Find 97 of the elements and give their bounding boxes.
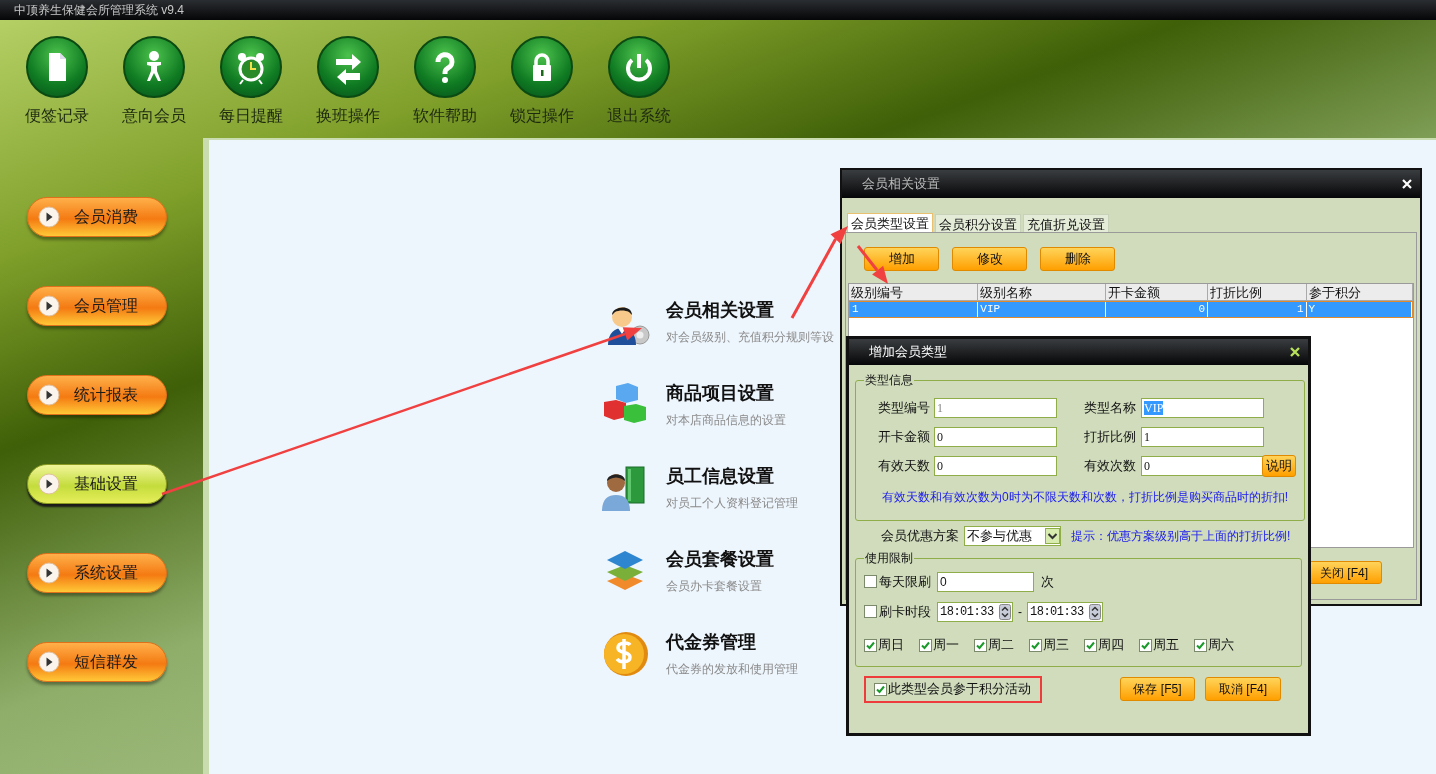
menu-item-title[interactable]: 会员套餐设置	[666, 546, 774, 573]
save-button[interactable]: 保存 [F5]	[1120, 677, 1195, 701]
checkbox[interactable]	[1084, 638, 1097, 652]
column-header[interactable]: 级别名称	[977, 284, 1106, 300]
text-field[interactable]: 0	[934, 426, 1057, 447]
play-icon	[38, 384, 60, 406]
checkbox[interactable]	[1139, 638, 1152, 652]
toolbar-button[interactable]: 锁定操作	[493, 36, 590, 130]
table-cell: 1	[1208, 302, 1307, 317]
menu-item-title[interactable]: 会员相关设置	[666, 297, 834, 324]
menu-item-description: 会员办卡套餐设置	[666, 578, 763, 595]
column-header[interactable]: 打折比例	[1208, 284, 1308, 300]
group-title: 类型信息	[864, 372, 914, 389]
checkbox-label: 周六	[1208, 636, 1234, 655]
time-field[interactable]: 18:01:33	[1027, 601, 1103, 622]
field-label: 有效天数	[877, 456, 930, 475]
range-separator: -	[1018, 603, 1022, 621]
text-field[interactable]: 0	[934, 455, 1057, 476]
menu-item-title[interactable]: 代金券管理	[666, 629, 798, 656]
play-icon	[38, 295, 60, 317]
checkbox[interactable]	[974, 638, 987, 652]
menu-item-title[interactable]: 商品项目设置	[666, 380, 786, 407]
sidebar-button[interactable]: 会员消费	[27, 197, 167, 237]
menu-item-title[interactable]: 员工信息设置	[666, 463, 798, 490]
column-header[interactable]: 参于积分	[1307, 284, 1413, 300]
menu-item-description: 对本店商品信息的设置	[666, 412, 786, 429]
text-field[interactable]: 0	[937, 571, 1034, 592]
group-title: 使用限制	[864, 550, 914, 567]
checkbox[interactable]	[864, 638, 877, 652]
checkbox-label: 周三	[1043, 636, 1069, 655]
toolbar-button[interactable]: 每日提醒	[202, 36, 299, 130]
close-icon	[1290, 347, 1300, 357]
annotation-arrow	[856, 245, 888, 284]
sidebar-button[interactable]: 基础设置	[27, 464, 167, 504]
tab[interactable]: 充值折兑设置	[1023, 214, 1109, 232]
explain-button[interactable]: 说明	[1262, 454, 1296, 477]
checkbox-label: 周二	[988, 636, 1014, 655]
spinner-icon	[999, 603, 1011, 620]
text-field[interactable]: 1	[1141, 426, 1264, 447]
time-field[interactable]: 18:01:33	[937, 601, 1013, 622]
checkbox[interactable]	[1029, 638, 1042, 652]
toolbar-button[interactable]: 软件帮助	[396, 36, 493, 130]
cancel-button[interactable]: 取消 [F4]	[1205, 677, 1281, 701]
play-icon	[38, 473, 60, 495]
dialog-title: 会员相关设置	[862, 175, 940, 194]
checkbox[interactable]	[874, 682, 887, 696]
checkbox[interactable]	[919, 638, 932, 652]
dropdown[interactable]: 不参与优惠	[964, 526, 1061, 546]
table-cell: 1	[850, 302, 979, 317]
column-header[interactable]: 级别编号	[849, 284, 978, 300]
checkbox-label: 刷卡时段	[879, 602, 931, 621]
dialog-title: 增加会员类型	[869, 343, 947, 362]
spinner-icon	[1089, 603, 1101, 620]
field-label: 有效次数	[1083, 456, 1136, 475]
toolbar-button[interactable]: 意向会员	[105, 36, 202, 130]
checkbox[interactable]	[1194, 638, 1207, 652]
field-label: 会员优惠方案	[881, 527, 959, 546]
sidebar-button[interactable]: 系统设置	[27, 553, 167, 593]
tab[interactable]: 会员类型设置	[847, 213, 933, 232]
checkbox-label: 周五	[1153, 636, 1179, 655]
table-cell: 0	[1105, 302, 1209, 317]
toolbar-button[interactable]: 修改	[952, 247, 1027, 271]
checkbox-label: 此类型会员参于积分活动	[888, 680, 1031, 699]
checkbox[interactable]	[864, 605, 877, 618]
play-icon	[38, 651, 60, 673]
close-icon	[1402, 179, 1412, 189]
menu-item-description: 代金券的发放和使用管理	[666, 661, 798, 678]
toolbar-button[interactable]: 换班操作	[299, 36, 396, 130]
play-icon	[38, 206, 60, 228]
field-label: 打折比例	[1083, 427, 1136, 446]
menu-item-description: 对会员级别、充值积分规则等设	[666, 329, 834, 346]
field-label: 类型名称	[1083, 398, 1136, 417]
window-title: 中顶养生保健会所管理系统 v9.4	[14, 2, 184, 19]
sidebar-button[interactable]: 会员管理	[27, 286, 167, 326]
text-field[interactable]: 0	[1141, 455, 1264, 476]
column-header[interactable]: 开卡金额	[1105, 284, 1209, 300]
table-cell: Y	[1306, 302, 1412, 317]
tab[interactable]: 会员积分设置	[935, 214, 1021, 232]
toolbar-button[interactable]: 增加	[864, 247, 939, 271]
play-icon	[38, 562, 60, 584]
hint-text: 提示：优惠方案级别高于上面的打折比例!	[1071, 528, 1291, 545]
checkbox-label: 周四	[1098, 636, 1124, 655]
toolbar-button[interactable]: 删除	[1040, 247, 1115, 271]
unit-label: 次	[1041, 572, 1054, 591]
sidebar-button[interactable]: 统计报表	[27, 375, 167, 415]
chevron-down-icon	[1045, 528, 1060, 544]
checkbox-label: 每天限刷	[879, 572, 931, 591]
menu-item-description: 对员工个人资料登记管理	[666, 495, 798, 512]
table-cell: VIP	[978, 302, 1106, 317]
checkbox-label: 周一	[933, 636, 959, 655]
toolbar-button[interactable]: 便签记录	[8, 36, 105, 130]
field-label: 类型编号	[877, 398, 930, 417]
checkbox[interactable]	[864, 575, 877, 588]
note-text: 有效天数和有效次数为0时为不限天数和次数，打折比例是购买商品时的折扣!	[881, 489, 1289, 506]
sidebar-button[interactable]: 短信群发	[27, 642, 167, 682]
field-label: 开卡金额	[877, 427, 930, 446]
checkbox-label: 周日	[878, 636, 904, 655]
